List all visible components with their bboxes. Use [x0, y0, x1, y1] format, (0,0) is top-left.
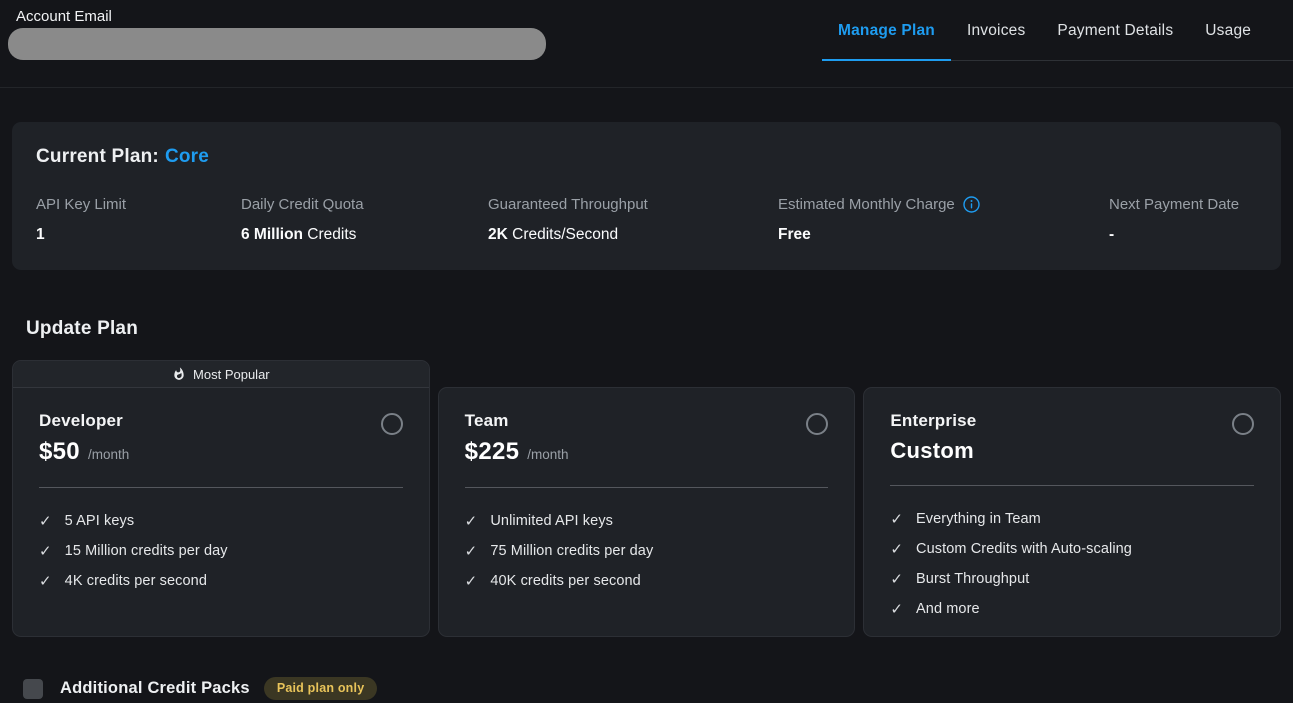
- stat-label: Estimated Monthly Charge: [778, 196, 955, 213]
- billing-tabs: Manage Plan Invoices Payment Details Usa…: [822, 18, 1293, 61]
- check-icon: ✓: [890, 512, 903, 527]
- check-icon: ✓: [890, 572, 903, 587]
- current-plan-stats: API Key Limit 1 Daily Credit Quota 6 Mil…: [36, 196, 1257, 244]
- plan-card-team[interactable]: Team $225 /month ✓Unlimited API keys ✓75…: [438, 387, 856, 637]
- plan-period: /month: [527, 447, 568, 462]
- flame-icon: [172, 367, 186, 381]
- account-email-field[interactable]: [8, 28, 546, 60]
- plans-row: Most Popular Developer $50 /month ✓5 API…: [12, 360, 1281, 637]
- additional-credit-packs-row: Additional Credit Packs Paid plan only: [12, 677, 1281, 700]
- stat-suffix: Credits: [303, 226, 356, 243]
- credit-packs-label: Additional Credit Packs: [60, 679, 250, 698]
- stat-daily-credit-quota: Daily Credit Quota 6 Million Credits: [241, 196, 488, 244]
- check-icon: ✓: [39, 574, 52, 589]
- plan-price: $225: [465, 438, 520, 466]
- check-icon: ✓: [39, 544, 52, 559]
- stat-value: 6 Million: [241, 226, 303, 243]
- stat-value: 2K: [488, 226, 508, 243]
- plan-period: /month: [88, 447, 129, 462]
- plan-divider: [465, 487, 829, 488]
- plan-feature: ✓5 API keys: [39, 513, 403, 529]
- plan-feature: ✓4K credits per second: [39, 573, 403, 589]
- page-header: Account Email Manage Plan Invoices Payme…: [0, 0, 1293, 88]
- plan-divider: [39, 487, 403, 488]
- most-popular-label: Most Popular: [193, 367, 270, 382]
- plan-feature: ✓Custom Credits with Auto-scaling: [890, 541, 1254, 557]
- stat-label: API Key Limit: [36, 196, 241, 213]
- plan-name: Developer: [39, 411, 129, 431]
- stat-value: Free: [778, 226, 811, 243]
- current-plan-name: Core: [165, 146, 209, 167]
- plan-divider: [890, 485, 1254, 486]
- check-icon: ✓: [890, 542, 903, 557]
- current-plan-card: Current Plan: Core API Key Limit 1 Daily …: [12, 122, 1281, 270]
- account-email-group: Account Email: [0, 0, 546, 60]
- paid-plan-only-badge: Paid plan only: [264, 677, 378, 700]
- plan-feature: ✓15 Million credits per day: [39, 543, 403, 559]
- check-icon: ✓: [465, 544, 478, 559]
- tab-usage[interactable]: Usage: [1189, 18, 1267, 60]
- current-plan-title: Current Plan: Core: [36, 146, 1257, 168]
- credit-packs-checkbox[interactable]: [23, 679, 43, 699]
- stat-label: Daily Credit Quota: [241, 196, 488, 213]
- plan-radio-developer[interactable]: [381, 413, 403, 435]
- plan-card-developer[interactable]: Most Popular Developer $50 /month ✓5 API…: [12, 360, 430, 637]
- stat-api-key-limit: API Key Limit 1: [36, 196, 241, 244]
- plan-name: Team: [465, 411, 569, 431]
- plan-feature: ✓Burst Throughput: [890, 571, 1254, 587]
- stat-estimated-monthly-charge: Estimated Monthly Charge Free: [778, 196, 1109, 244]
- tab-payment-details[interactable]: Payment Details: [1041, 18, 1189, 60]
- main-content: Current Plan: Core API Key Limit 1 Daily …: [0, 122, 1293, 700]
- plan-name: Enterprise: [890, 411, 976, 431]
- plan-card-enterprise[interactable]: Enterprise Custom ✓Everything in Team ✓C…: [863, 387, 1281, 637]
- stat-next-payment-date: Next Payment Date -: [1109, 196, 1257, 244]
- stat-suffix: Credits/Second: [508, 226, 618, 243]
- info-icon[interactable]: [963, 196, 980, 213]
- stat-value: -: [1109, 226, 1114, 243]
- plan-price: Custom: [890, 438, 974, 464]
- stat-label: Guaranteed Throughput: [488, 196, 778, 213]
- plan-feature: ✓And more: [890, 601, 1254, 617]
- stat-value: 1: [36, 226, 45, 243]
- tab-manage-plan[interactable]: Manage Plan: [822, 18, 951, 60]
- tab-invoices[interactable]: Invoices: [951, 18, 1041, 60]
- account-email-label: Account Email: [8, 8, 546, 25]
- update-plan-heading: Update Plan: [26, 318, 1281, 340]
- check-icon: ✓: [890, 602, 903, 617]
- most-popular-banner: Most Popular: [13, 361, 429, 388]
- check-icon: ✓: [465, 574, 478, 589]
- plan-price: $50: [39, 438, 80, 466]
- check-icon: ✓: [465, 514, 478, 529]
- current-plan-title-prefix: Current Plan:: [36, 146, 159, 167]
- stat-guaranteed-throughput: Guaranteed Throughput 2K Credits/Second: [488, 196, 778, 244]
- stat-label: Next Payment Date: [1109, 196, 1257, 213]
- plan-feature: ✓40K credits per second: [465, 573, 829, 589]
- plan-radio-team[interactable]: [806, 413, 828, 435]
- plan-feature: ✓Everything in Team: [890, 511, 1254, 527]
- plan-feature: ✓75 Million credits per day: [465, 543, 829, 559]
- check-icon: ✓: [39, 514, 52, 529]
- plan-feature: ✓Unlimited API keys: [465, 513, 829, 529]
- plan-radio-enterprise[interactable]: [1232, 413, 1254, 435]
